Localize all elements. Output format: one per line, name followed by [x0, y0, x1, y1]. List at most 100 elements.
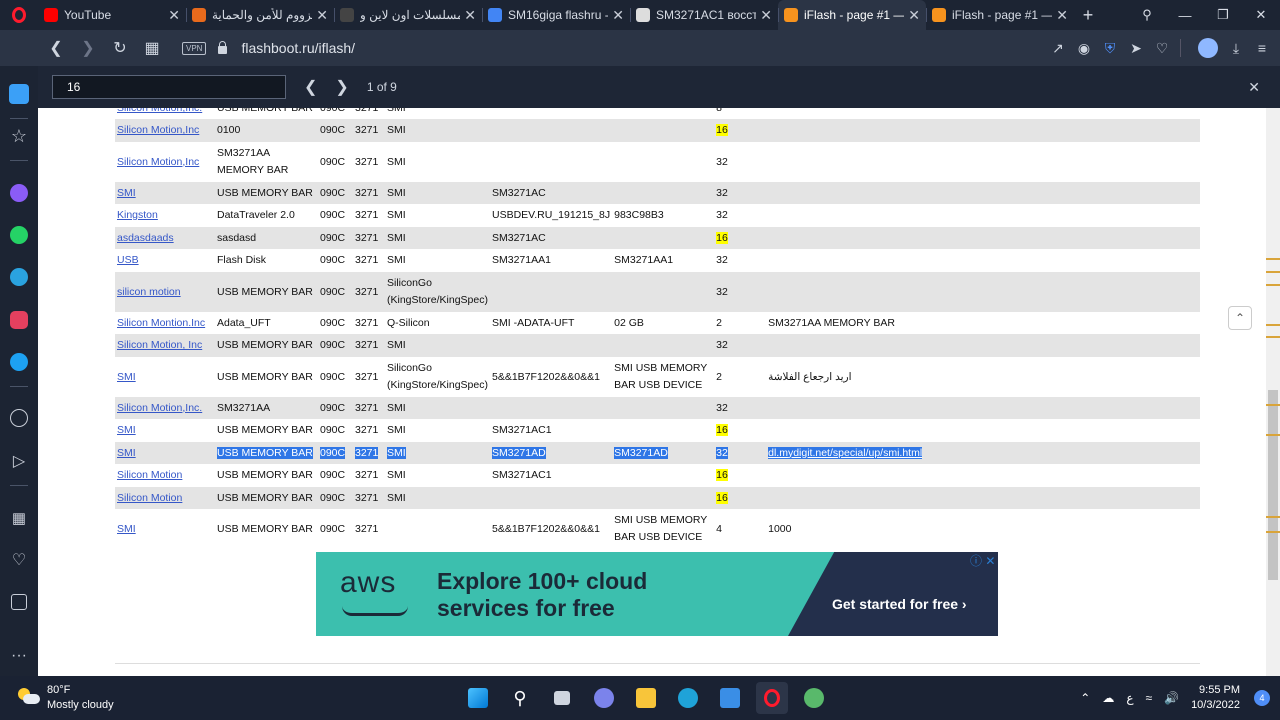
close-tab-icon[interactable]: ✕ [168, 7, 180, 24]
profile-avatar[interactable] [1198, 38, 1218, 58]
share-icon[interactable]: ↗ [1050, 40, 1066, 57]
weather-temperature[interactable]: 80°F [47, 684, 70, 696]
close-tab-icon[interactable]: ✕ [464, 7, 476, 24]
sidebar-twitter[interactable] [0, 350, 38, 374]
opera-taskbar-button[interactable] [756, 682, 788, 714]
cell-vendor[interactable]: Silicon Motion [115, 487, 215, 509]
cell-vendor[interactable]: silicon motion [115, 272, 215, 312]
cell-vendor[interactable]: Silicon Motion, Inc [115, 334, 215, 357]
cell-vendor[interactable]: USB [115, 249, 215, 272]
scrollbar-thumb[interactable] [1268, 390, 1278, 580]
cell-memory [612, 464, 714, 487]
cell-vendor[interactable]: SMI [115, 357, 215, 397]
new-tab-button[interactable]: + [1074, 0, 1102, 30]
sidebar-more[interactable]: ··· [0, 644, 38, 668]
find-close-button[interactable]: ✕ [1248, 79, 1260, 96]
shield-icon[interactable]: ⛨ [1102, 40, 1118, 57]
sidebar-bookmarks[interactable]: ♡ [0, 548, 38, 572]
download-icon[interactable]: ⤓ [1228, 40, 1244, 57]
sidebar-messenger[interactable] [0, 181, 38, 205]
vpn-badge[interactable]: VPN [182, 41, 207, 55]
close-tab-icon[interactable]: ✕ [760, 7, 772, 24]
cell-vendor[interactable]: SMI [115, 182, 215, 204]
clock[interactable]: 9:55 PM 10/3/2022 [1191, 683, 1240, 713]
back-button[interactable]: ❮ [40, 38, 72, 58]
cell-vendor[interactable]: Kingston [115, 204, 215, 227]
cell-ctrl-text: SMI [387, 155, 406, 168]
page-scrollbar[interactable] [1266, 108, 1280, 676]
find-input[interactable]: 16 [52, 75, 286, 99]
sidebar-history[interactable] [0, 590, 38, 614]
volume-icon[interactable]: 🔊 [1164, 691, 1179, 705]
start-button[interactable] [462, 682, 494, 714]
scroll-to-top-button[interactable]: ⌃ [1228, 306, 1252, 330]
notification-badge[interactable]: 4 [1254, 690, 1270, 706]
browser-tab[interactable]: iFlash - page #1 — ✕ [778, 0, 926, 30]
send-icon[interactable]: ➤ [1128, 40, 1144, 57]
close-tab-icon[interactable]: ✕ [316, 7, 328, 24]
sidebar-player[interactable] [0, 406, 38, 430]
task-view-button[interactable] [546, 682, 578, 714]
maximize-button[interactable]: ❐ [1204, 7, 1242, 23]
weather-app-button[interactable] [798, 682, 830, 714]
sidebar-home[interactable] [0, 82, 38, 106]
close-window-button[interactable]: ✕ [1242, 7, 1280, 23]
cell-vendor[interactable]: Silicon Montion.Inc [115, 312, 215, 334]
sidebar-instagram[interactable] [0, 308, 38, 332]
input-language[interactable]: ع [1126, 691, 1133, 705]
find-previous-button[interactable]: ❮ [304, 77, 317, 97]
search-button[interactable]: ⚲ [504, 682, 536, 714]
cell-vendor[interactable]: Silicon Motion [115, 464, 215, 487]
browser-tab[interactable]: SM16giga flashru - ✕ [482, 0, 630, 30]
weather-icon[interactable] [18, 688, 40, 704]
close-tab-icon[interactable]: ✕ [612, 7, 624, 24]
cell-vendor[interactable]: SMI [115, 419, 215, 442]
cell-vendor[interactable]: Silicon Motion,Inc. [115, 397, 215, 419]
browser-tab[interactable]: iFlash - page #1 — ✕ [926, 0, 1074, 30]
sidebar-workspaces[interactable]: ▦ [0, 506, 38, 530]
camera-icon[interactable]: ◉ [1076, 40, 1092, 57]
sidebar-speed-dial[interactable]: ☆ [0, 124, 38, 148]
cell-vendor[interactable]: SMI [115, 509, 215, 549]
forward-button[interactable]: ❯ [72, 38, 104, 58]
store-button[interactable] [714, 682, 746, 714]
cell-vendor[interactable]: SMI [115, 442, 215, 464]
wifi-icon[interactable]: ≈ [1146, 691, 1153, 705]
cell-vendor[interactable]: Silicon Motion,Inc [115, 119, 215, 142]
opera-menu-button[interactable] [0, 0, 38, 30]
search-tabs-icon[interactable]: ⚲ [1128, 7, 1166, 23]
sidebar-whatsapp[interactable] [0, 223, 38, 247]
url-field[interactable]: flashboot.ru/iflash/ [241, 40, 355, 56]
browser-tab[interactable]: مسلسلات اون لاين و ✕ [334, 0, 482, 30]
sidebar-telegram[interactable] [0, 265, 38, 289]
reload-button[interactable]: ↻ [104, 38, 136, 58]
cell-vendor[interactable]: Silicon Motion,Inc. [115, 108, 215, 119]
ad-cta-button[interactable]: Get started for free › [832, 596, 967, 612]
chevron-up-icon[interactable]: ⌃ [1080, 691, 1090, 705]
cell-note-text: SM3271AA MEMORY BAR [768, 316, 895, 329]
cloud-icon[interactable]: ☁ [1102, 691, 1114, 705]
minimize-button[interactable]: — [1166, 8, 1204, 23]
aws-ad-banner[interactable]: aws Explore 100+ cloud services for free… [316, 552, 998, 636]
sidebar-flow[interactable]: ▷ [0, 449, 38, 473]
ad-close-icon[interactable]: ✕ [985, 554, 995, 568]
close-tab-icon[interactable]: ✕ [1056, 7, 1068, 24]
browser-tab[interactable]: SM3271AC1 восста ✕ [630, 0, 778, 30]
cell-ctrl-text: SMI [387, 254, 406, 266]
browser-tab[interactable]: يزووم للأمن والحماية ✕ [186, 0, 334, 30]
heart-icon[interactable]: ♡ [1154, 40, 1170, 57]
close-tab-icon[interactable]: ✕ [908, 7, 920, 24]
teams-chat-button[interactable] [588, 682, 620, 714]
ad-info-close[interactable]: ⓘ ✕ [970, 552, 995, 569]
weather-condition[interactable]: Mostly cloudy [47, 699, 114, 711]
easy-setup-icon[interactable]: ≡ [1254, 40, 1270, 56]
tab-grid-button[interactable]: ▦ [136, 38, 168, 58]
lock-icon[interactable] [218, 41, 228, 54]
cell-vendor[interactable]: Silicon Motion,Inc [115, 142, 215, 182]
ad-info-icon[interactable]: ⓘ [970, 554, 982, 568]
file-explorer-button[interactable] [630, 682, 662, 714]
cell-vendor[interactable]: asdasdaads [115, 227, 215, 249]
edge-button[interactable] [672, 682, 704, 714]
browser-tab[interactable]: YouTube ✕ [38, 0, 186, 30]
find-next-button[interactable]: ❯ [335, 77, 348, 97]
